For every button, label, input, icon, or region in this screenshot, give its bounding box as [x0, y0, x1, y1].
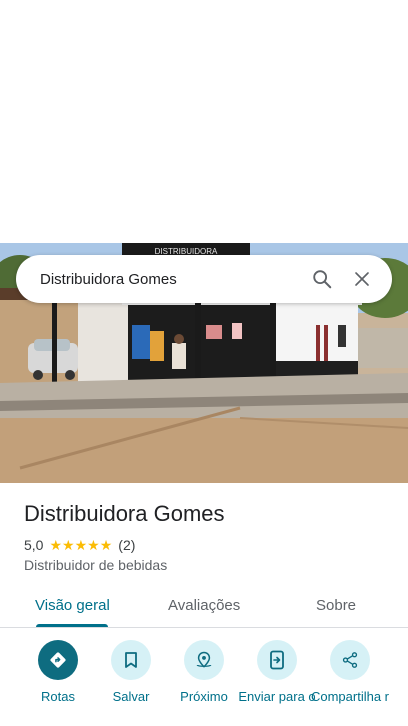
close-icon[interactable]	[342, 259, 382, 299]
send-to-phone-button[interactable]: Enviar para o	[237, 640, 317, 704]
map-blank-area	[0, 0, 408, 243]
directions-icon	[38, 640, 78, 680]
tab-active-indicator	[36, 624, 108, 627]
place-title: Distribuidora Gomes	[24, 501, 225, 526]
place-panel: Distribuidora Gomes 5,0 ★ ★ ★ ★ ★ (2) Di…	[0, 483, 408, 726]
tab-about[interactable]: Sobre	[316, 597, 356, 614]
share-label: Compartilha r	[310, 689, 390, 704]
star-icon: ★	[87, 537, 100, 553]
star-icon: ★	[62, 537, 75, 553]
star-icon: ★	[74, 537, 88, 553]
nearby-button[interactable]: Próximo	[164, 640, 244, 704]
review-count: (2)	[118, 537, 136, 553]
tab-bar: Visão geral Avaliações Sobre	[0, 583, 408, 628]
bookmark-icon	[111, 640, 151, 680]
search-bar[interactable]: Distribuidora Gomes	[16, 255, 392, 303]
search-input[interactable]: Distribuidora Gomes	[40, 271, 302, 288]
tab-reviews[interactable]: Avaliações	[168, 597, 240, 614]
rating-row[interactable]: 5,0 ★ ★ ★ ★ ★ (2)	[24, 537, 135, 553]
rating-value: 5,0	[24, 537, 44, 553]
send-to-phone-icon	[257, 640, 297, 680]
search-icon[interactable]	[302, 259, 342, 299]
save-label: Salvar	[112, 689, 150, 704]
directions-button[interactable]: Rotas	[18, 640, 98, 704]
nearby-icon	[184, 640, 224, 680]
place-category: Distribuidor de bebidas	[24, 557, 168, 573]
share-button[interactable]: Compartilha r	[310, 640, 390, 704]
star-icon: ★	[49, 537, 63, 553]
nearby-label: Próximo	[180, 689, 228, 704]
send-to-phone-label: Enviar para o	[238, 689, 316, 704]
save-button[interactable]: Salvar	[91, 640, 171, 704]
tab-overview[interactable]: Visão geral	[35, 597, 110, 614]
action-bar: Rotas Salvar Próximo Enviar para o Compa	[0, 640, 408, 726]
directions-label: Rotas	[41, 689, 75, 704]
share-icon	[330, 640, 370, 680]
rating-stars: ★ ★ ★ ★ ★	[49, 538, 112, 552]
star-icon: ★	[99, 537, 113, 553]
